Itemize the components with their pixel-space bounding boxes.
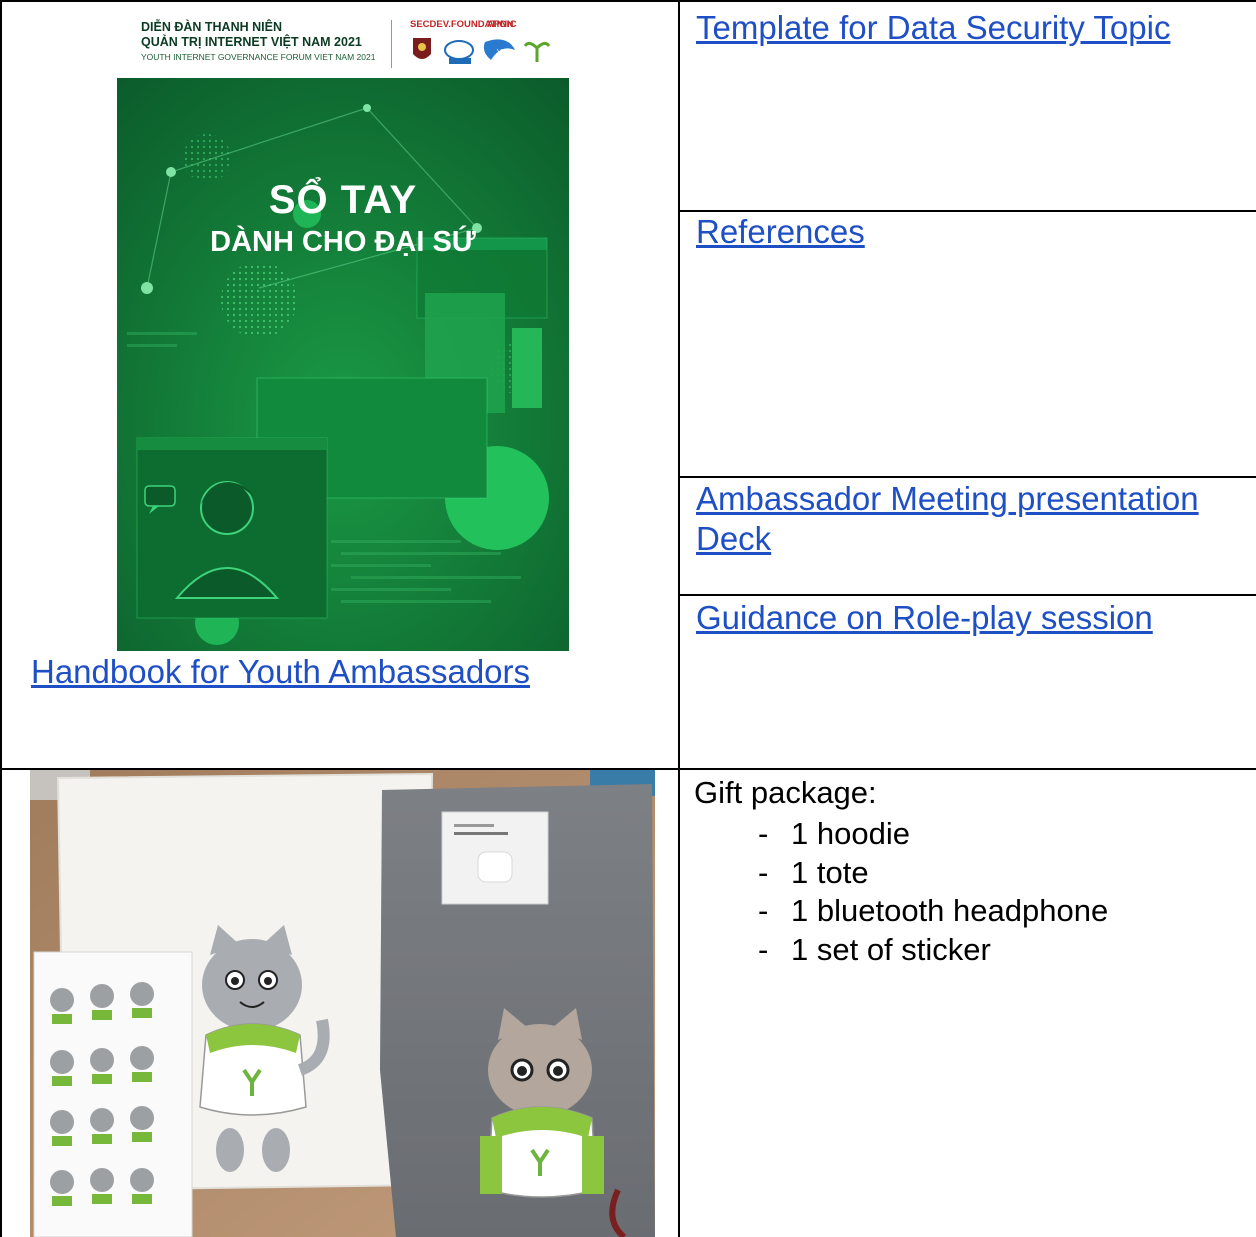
bullet-dash: - xyxy=(758,893,769,928)
bullet-dash: - xyxy=(758,854,769,890)
roleplay-guidance-link[interactable]: Guidance on Role-play session xyxy=(696,598,1153,638)
cover-illustration xyxy=(117,78,569,651)
handbook-cover-image: DIỄN ĐÀN THANH NIÊN QUẢN TRỊ INTERNET VI… xyxy=(117,10,569,651)
gift-item-label: 1 hoodie xyxy=(791,816,910,851)
gift-package-photo xyxy=(30,770,655,1237)
gift-item-label: 1 set of sticker xyxy=(791,931,991,967)
cell-divider-2 xyxy=(679,476,1256,478)
cover-org-line-2: QUẢN TRỊ INTERNET VIỆT NAM 2021 xyxy=(141,35,362,49)
cell-divider-3 xyxy=(679,594,1256,596)
partner-logos-icon: VIA xyxy=(413,38,551,64)
cover-org-line-3: YOUTH INTERNET GOVERNANCE FORUM VIET NAM… xyxy=(141,52,376,62)
gift-item-label: 1 bluetooth headphone xyxy=(791,893,1109,928)
handbook-link[interactable]: Handbook for Youth Ambassadors xyxy=(31,652,530,692)
cover-partner-apnic: APNIC xyxy=(487,19,517,30)
gift-item-label: 1 tote xyxy=(791,854,869,890)
cover-header-separator xyxy=(391,20,392,68)
cover-title-line-1: SỔ TAY xyxy=(268,178,418,222)
template-data-security-link[interactable]: Template for Data Security Topic xyxy=(696,8,1170,48)
gift-photo-illustration xyxy=(30,770,655,1237)
table-column-divider xyxy=(678,0,680,1237)
cover-title-line-2: DÀNH CHO ĐẠI SỨ xyxy=(210,226,476,258)
ambassador-meeting-deck-link[interactable]: Ambassador Meeting presentation Deck xyxy=(696,479,1199,559)
cover-org-line-1: DIỄN ĐÀN THANH NIÊN xyxy=(141,20,282,34)
references-link[interactable]: References xyxy=(696,212,865,252)
document-page: DIỄN ĐÀN THANH NIÊN QUẢN TRỊ INTERNET VI… xyxy=(0,0,1256,1237)
gift-package-title: Gift package: xyxy=(694,775,877,810)
table-border-top xyxy=(0,0,1256,2)
deck-link-line-2: Deck xyxy=(696,520,772,557)
bullet-dash: - xyxy=(758,816,769,851)
bullet-dash: - xyxy=(758,931,769,967)
svg-text:VIA: VIA xyxy=(497,48,509,56)
cover-header-band: DIỄN ĐÀN THANH NIÊN QUẢN TRỊ INTERNET VI… xyxy=(117,10,569,78)
table-border-left xyxy=(0,0,2,1237)
deck-link-line-1: Ambassador Meeting presentation xyxy=(696,480,1199,517)
